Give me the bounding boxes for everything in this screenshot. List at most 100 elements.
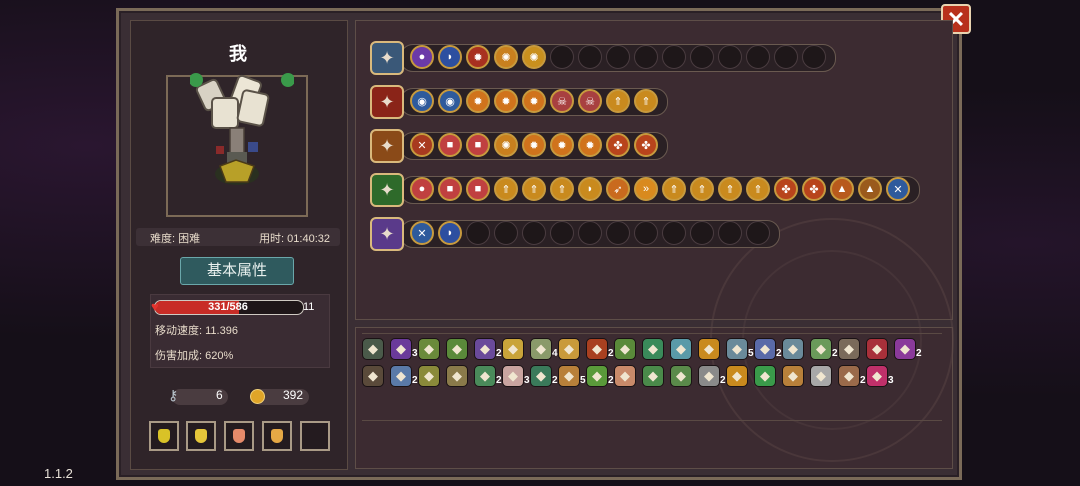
potion-slot[interactable] xyxy=(149,421,179,451)
shield-icon[interactable]: ◆ xyxy=(782,338,804,360)
skull-icon[interactable]: ☠ xyxy=(578,89,602,113)
arrow-up-icon[interactable]: ⇑ xyxy=(494,177,518,201)
empty-gem-slot[interactable] xyxy=(634,221,658,245)
bow-icon[interactable]: ✕ xyxy=(410,133,434,157)
wave-icon[interactable]: ◗ xyxy=(438,221,462,245)
cape-icon[interactable]: ◆ xyxy=(838,338,860,360)
feather-icon[interactable]: ◆ xyxy=(754,338,776,360)
empty-gem-slot[interactable] xyxy=(466,221,490,245)
glove-icon[interactable]: ◆ xyxy=(726,365,748,387)
sun-icon[interactable]: ✹ xyxy=(522,89,546,113)
orb-icon[interactable]: ● xyxy=(410,177,434,201)
arrow-icon[interactable]: ➶ xyxy=(606,177,630,201)
arm-icon[interactable]: ◆ xyxy=(838,365,860,387)
eye-icon[interactable]: ◆ xyxy=(866,365,888,387)
chevron-icon[interactable]: » xyxy=(634,177,658,201)
red-staff-icon[interactable]: ✦ xyxy=(370,85,404,119)
triad-icon[interactable]: ✤ xyxy=(774,177,798,201)
plant-icon[interactable]: ◆ xyxy=(670,365,692,387)
witch-hat-icon[interactable]: ◆ xyxy=(390,338,412,360)
arrow-up-icon[interactable]: ⇑ xyxy=(662,177,686,201)
hook-icon[interactable]: ◆ xyxy=(810,338,832,360)
flame-icon[interactable]: ▲ xyxy=(858,177,882,201)
empty-gem-slot[interactable] xyxy=(746,221,770,245)
boot-icon[interactable]: ◆ xyxy=(530,365,552,387)
empty-gem-slot[interactable] xyxy=(550,221,574,245)
sun-icon[interactable]: ✹ xyxy=(494,89,518,113)
wing-icon[interactable]: ◆ xyxy=(642,365,664,387)
arrow-up-icon[interactable]: ⇑ xyxy=(606,89,630,113)
empty-gem-slot[interactable] xyxy=(662,45,686,69)
empty-gem-slot[interactable] xyxy=(690,45,714,69)
gear-icon[interactable]: ✺ xyxy=(494,45,518,69)
bomb-icon[interactable]: ✹ xyxy=(466,45,490,69)
sword-cross-icon[interactable]: ✕ xyxy=(886,177,910,201)
sword-cross-icon[interactable]: ✕ xyxy=(410,221,434,245)
sun-icon[interactable]: ✹ xyxy=(466,89,490,113)
staff-icon[interactable]: ◆ xyxy=(614,338,636,360)
empty-gem-slot[interactable] xyxy=(606,45,630,69)
cloak-icon[interactable]: ◆ xyxy=(362,365,384,387)
potion-slot[interactable] xyxy=(224,421,254,451)
scroll-icon[interactable]: ◆ xyxy=(446,338,468,360)
mask-icon[interactable]: ◆ xyxy=(362,338,384,360)
crystal-icon[interactable]: ◆ xyxy=(558,338,580,360)
arrow-up-icon[interactable]: ⇑ xyxy=(634,89,658,113)
empty-gem-slot[interactable] xyxy=(718,45,742,69)
box-icon[interactable]: ■ xyxy=(466,133,490,157)
feather-icon[interactable]: ◆ xyxy=(502,365,524,387)
box-icon[interactable]: ■ xyxy=(438,133,462,157)
leaf-icon[interactable]: ◆ xyxy=(586,365,608,387)
potion-slot[interactable] xyxy=(262,421,292,451)
chain-icon[interactable]: ◆ xyxy=(530,338,552,360)
empty-potion-slot[interactable] xyxy=(300,421,330,451)
hat-icon[interactable]: ◆ xyxy=(474,365,496,387)
horn-icon[interactable]: ◆ xyxy=(502,338,524,360)
arrow-up-icon[interactable]: ⇑ xyxy=(718,177,742,201)
purple-staff-icon[interactable]: ✦ xyxy=(370,217,404,251)
empty-gem-slot[interactable] xyxy=(550,45,574,69)
hat-icon[interactable]: ◆ xyxy=(894,338,916,360)
triad-icon[interactable]: ✤ xyxy=(606,133,630,157)
gear-icon[interactable]: ✺ xyxy=(522,45,546,69)
wrench-icon[interactable]: ◆ xyxy=(698,365,720,387)
chest-weapon-icon[interactable]: ✦ xyxy=(370,41,404,75)
lantern-icon[interactable]: ◆ xyxy=(418,365,440,387)
arrow-up-icon[interactable]: ⇑ xyxy=(550,177,574,201)
clover-icon[interactable]: ◆ xyxy=(754,365,776,387)
crescent-icon[interactable]: ◗ xyxy=(578,177,602,201)
empty-gem-slot[interactable] xyxy=(746,45,770,69)
empty-gem-slot[interactable] xyxy=(662,221,686,245)
egg-icon[interactable]: ◆ xyxy=(390,365,412,387)
empty-gem-slot[interactable] xyxy=(494,221,518,245)
bag-icon[interactable]: ◆ xyxy=(782,365,804,387)
sun-icon[interactable]: ✹ xyxy=(522,133,546,157)
capsule-icon[interactable]: ◆ xyxy=(866,338,888,360)
scroll-icon[interactable]: ◆ xyxy=(446,365,468,387)
sun-icon[interactable]: ✹ xyxy=(578,133,602,157)
box-icon[interactable]: ■ xyxy=(466,177,490,201)
empty-gem-slot[interactable] xyxy=(578,221,602,245)
potion-slot[interactable] xyxy=(186,421,216,451)
flame-icon[interactable]: ▲ xyxy=(830,177,854,201)
robe-icon[interactable]: ◆ xyxy=(474,338,496,360)
attributes-button[interactable]: 基本属性 xyxy=(180,257,294,285)
helmet-icon[interactable]: ◆ xyxy=(586,338,608,360)
empty-gem-slot[interactable] xyxy=(690,221,714,245)
green-staff-icon[interactable]: ✦ xyxy=(370,173,404,207)
wrench-icon[interactable]: ◆ xyxy=(726,338,748,360)
triad-icon[interactable]: ✤ xyxy=(802,177,826,201)
purple-orb-icon[interactable]: ● xyxy=(410,45,434,69)
bottle-icon[interactable]: ◆ xyxy=(642,338,664,360)
arrow-up-icon[interactable]: ⇑ xyxy=(746,177,770,201)
arrow-up-icon[interactable]: ⇑ xyxy=(522,177,546,201)
empty-gem-slot[interactable] xyxy=(522,221,546,245)
map-icon[interactable]: ◆ xyxy=(418,338,440,360)
gear-icon[interactable]: ✺ xyxy=(494,133,518,157)
triad-icon[interactable]: ✤ xyxy=(634,133,658,157)
compass-icon[interactable]: ◆ xyxy=(670,338,692,360)
eye-icon[interactable]: ◉ xyxy=(410,89,434,113)
box-icon[interactable]: ■ xyxy=(438,177,462,201)
empty-gem-slot[interactable] xyxy=(718,221,742,245)
empty-gem-slot[interactable] xyxy=(578,45,602,69)
